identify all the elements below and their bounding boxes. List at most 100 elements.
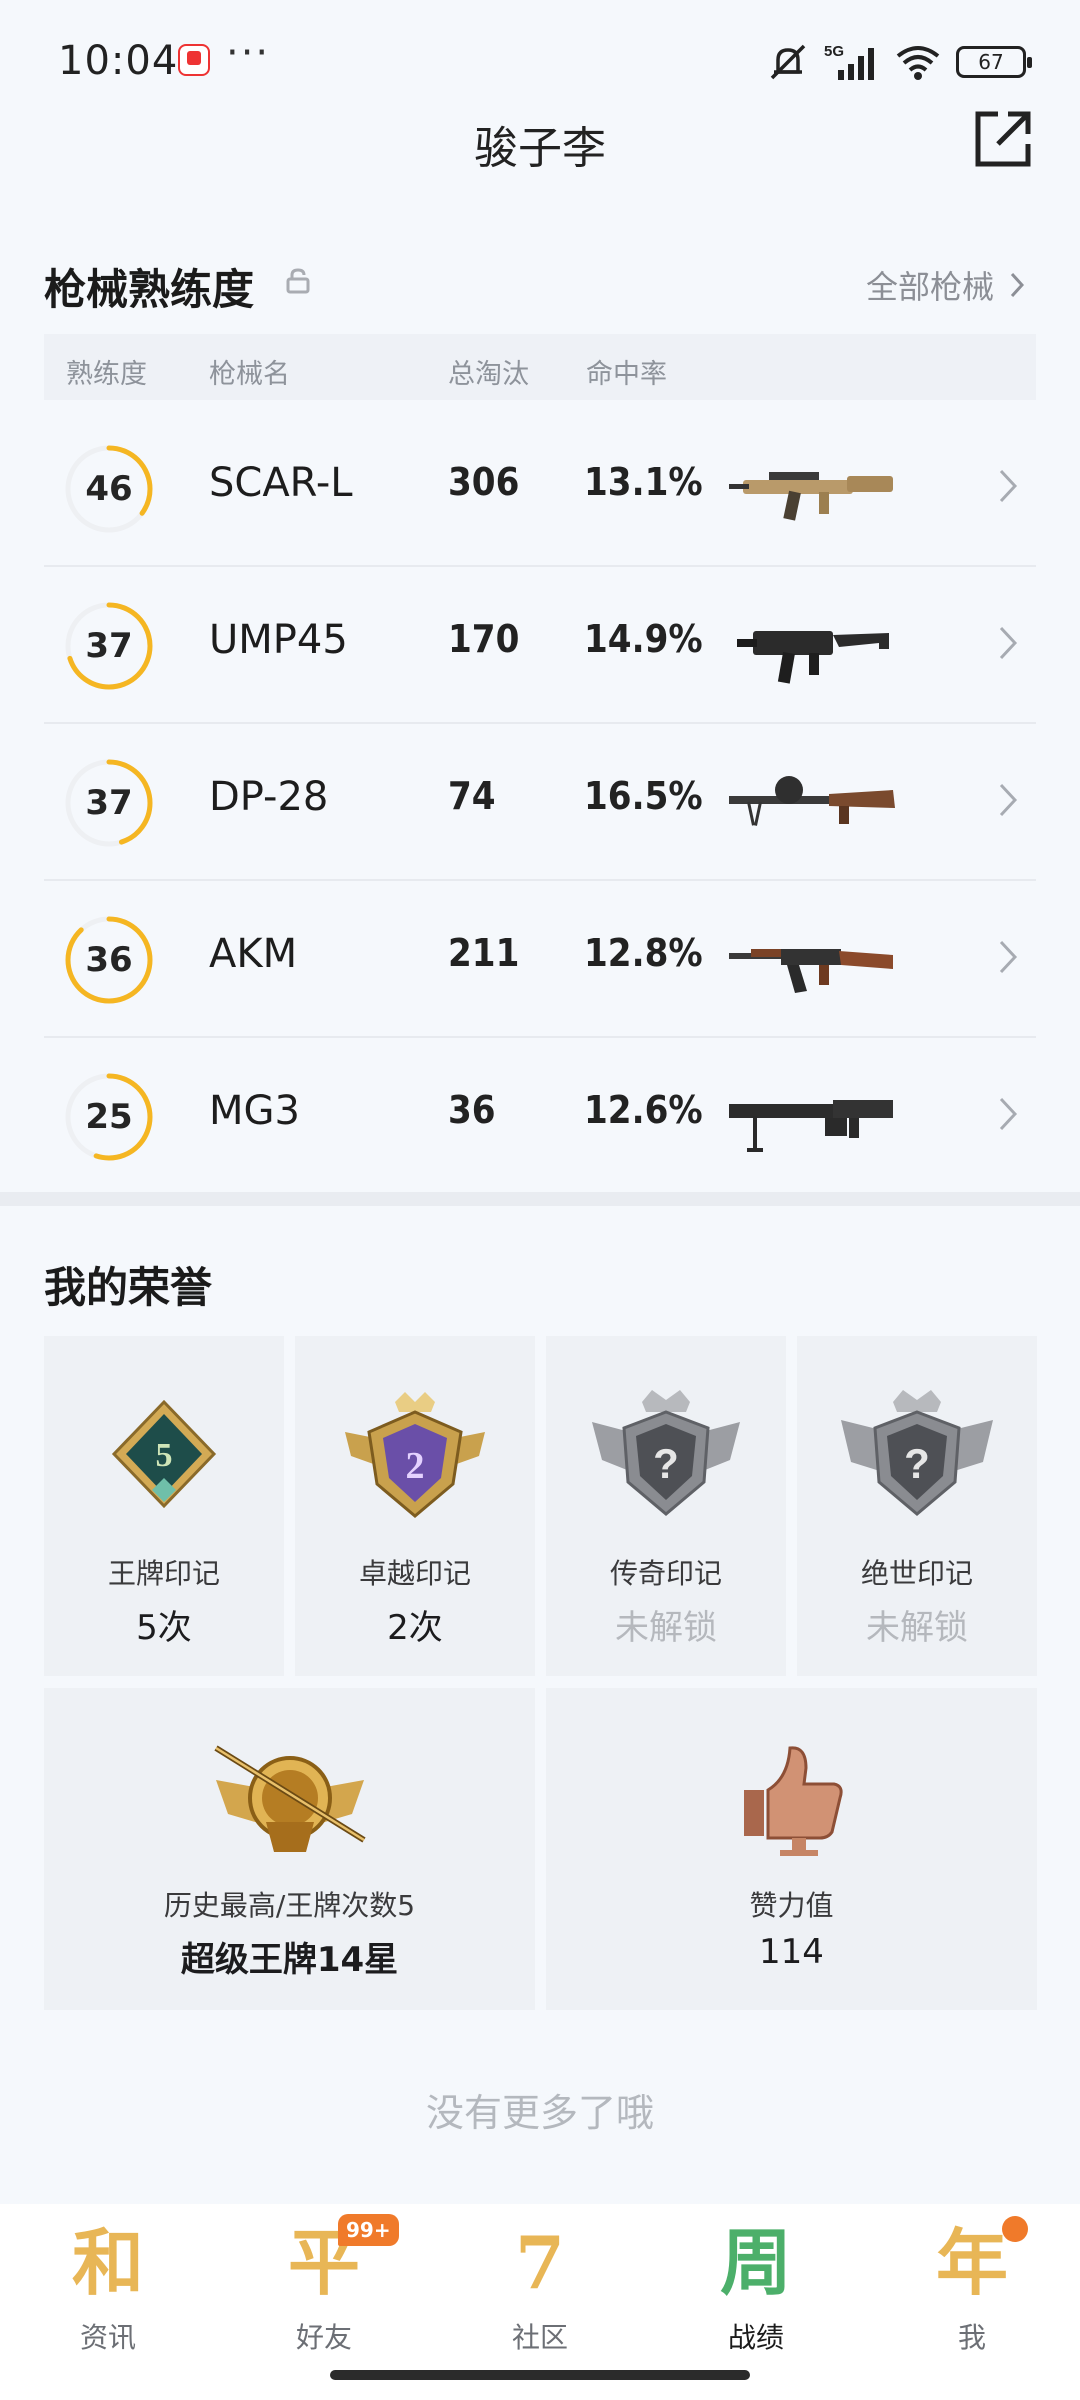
weapon-row[interactable]: 37 UMP45 170 14.9% — [44, 567, 1036, 724]
proficiency-ring: 37 — [64, 601, 154, 691]
weapon-accuracy: 14.9% — [584, 617, 703, 661]
cellular-signal-icon: 5G — [824, 42, 880, 82]
page-title: 骏子李 — [474, 123, 606, 174]
status-time: 10:04 — [58, 38, 179, 84]
wifi-icon — [894, 42, 942, 82]
super-ace-badge-icon — [214, 1745, 366, 1852]
honor-value: 5次 — [136, 1608, 192, 1648]
column-weapon-name: 枪械名 — [209, 359, 290, 390]
proficiency-ring: 25 — [64, 1072, 154, 1162]
honor-card-excellence[interactable]: 2 卓越印记 2次 — [295, 1336, 535, 1676]
chevron-right-icon — [999, 469, 1018, 503]
weapon-table-header: 熟练度 枪械名 总淘汰 命中率 — [44, 334, 1036, 400]
tab-stats[interactable]: 周 战绩 — [686, 2218, 826, 2358]
weapon-accuracy: 13.1% — [584, 460, 703, 504]
excellence-badge-icon: 2 — [345, 1392, 485, 1518]
peerless-badge-mark: ? — [904, 1440, 930, 1487]
section-divider — [0, 1192, 1080, 1206]
proficiency-level: 46 — [85, 469, 133, 509]
home-indicator[interactable] — [330, 2370, 750, 2380]
proficiency-ring: 37 — [64, 758, 154, 848]
peerless-badge-locked-icon: ? — [841, 1390, 993, 1516]
weapon-accuracy: 12.8% — [584, 931, 703, 975]
highest-rank-card[interactable]: 历史最高/王牌次数5 超级王牌14星 — [44, 1688, 535, 2010]
weapon-name: MG3 — [209, 1088, 300, 1134]
proficiency-level: 36 — [85, 940, 133, 980]
friends-count-badge: 99+ — [338, 2214, 399, 2246]
proficiency-ring: 46 — [64, 444, 154, 534]
weapon-name: DP-28 — [209, 774, 329, 820]
stats-tab-icon: 周 — [719, 2220, 792, 2305]
column-total-kills: 总淘汰 — [448, 359, 529, 390]
ace-badge-number: 5 — [156, 1437, 173, 1474]
honor-label: 绝世印记 — [860, 1557, 973, 1590]
likes-label: 赞力值 — [749, 1889, 834, 1922]
weapon-name: SCAR-L — [209, 460, 353, 506]
tab-friends[interactable]: 平 99+ 好友 — [254, 2214, 399, 2358]
tab-community[interactable]: 7 社区 — [470, 2218, 610, 2358]
community-tab-icon: 7 — [514, 2220, 566, 2305]
honor-card-ace[interactable]: 5 王牌印记 5次 — [44, 1336, 284, 1676]
weapon-kills: 211 — [448, 931, 520, 975]
notification-dot — [1002, 2216, 1028, 2242]
network-type: 5G — [824, 43, 844, 60]
weapon-name: AKM — [209, 931, 298, 977]
honor-card-legend[interactable]: ? 传奇印记 未解锁 — [546, 1336, 786, 1676]
honor-value-locked: 未解锁 — [866, 1608, 968, 1648]
weapon-accuracy: 16.5% — [584, 774, 703, 818]
mg3-lmg-icon — [729, 1100, 893, 1152]
honor-label: 卓越印记 — [358, 1557, 471, 1590]
all-weapons-link[interactable]: 全部枪械 — [866, 262, 1024, 308]
status-bar: 10:04 ··· 5G 67 — [0, 0, 1080, 120]
likes-card[interactable]: 赞力值 114 — [546, 1688, 1037, 2010]
honor-card-peerless[interactable]: ? 绝世印记 未解锁 — [797, 1336, 1037, 1676]
news-tab-icon: 和 — [71, 2220, 144, 2305]
ump45-smg-icon — [737, 631, 889, 684]
dp28-lmg-icon — [729, 776, 895, 826]
weapon-kills: 306 — [448, 460, 520, 504]
likes-value: 114 — [759, 1932, 824, 1972]
app-notification-icon — [178, 44, 210, 76]
chevron-right-icon — [999, 940, 1018, 974]
column-proficiency: 熟练度 — [66, 359, 147, 390]
tab-label: 资讯 — [79, 2321, 136, 2354]
thumbs-up-icon — [744, 1746, 843, 1856]
weapon-row[interactable]: 25 MG3 36 12.6% — [44, 1038, 1036, 1195]
chevron-right-icon — [1010, 272, 1024, 298]
tab-label-active: 战绩 — [727, 2321, 784, 2354]
proficiency-level: 37 — [85, 626, 133, 666]
more-notifications-icon: ··· — [226, 30, 271, 76]
proficiency-ring: 36 — [64, 915, 154, 1005]
external-link-icon — [975, 111, 1031, 167]
screen: 10:04 ··· 5G 67 骏子李 枪械熟练度 全部枪械 熟练度 枪械名 总… — [0, 0, 1080, 2400]
share-button[interactable] — [972, 108, 1034, 170]
honor-label: 传奇印记 — [609, 1557, 722, 1590]
ace-badge-icon: 5 — [111, 1399, 217, 1509]
weapon-kills: 74 — [448, 774, 496, 818]
tab-label: 社区 — [511, 2321, 568, 2354]
weapon-row[interactable]: 37 DP-28 74 16.5% — [44, 724, 1036, 881]
chevron-right-icon — [999, 783, 1018, 817]
highest-rank-value: 超级王牌14星 — [180, 1940, 399, 1980]
lock-icon[interactable] — [286, 268, 310, 294]
battery-icon: 67 — [956, 46, 1032, 78]
all-weapons-label: 全部枪械 — [865, 268, 994, 306]
akm-rifle-icon — [729, 949, 893, 993]
weapon-row[interactable]: 46 SCAR-L 306 13.1% — [44, 410, 1036, 567]
tab-label: 好友 — [295, 2321, 352, 2354]
excellence-badge-number: 2 — [406, 1445, 425, 1487]
chevron-right-icon — [999, 1097, 1018, 1131]
chevron-right-icon — [999, 626, 1018, 660]
tab-news[interactable]: 和 资讯 — [38, 2218, 178, 2358]
honors-section-title: 我的荣誉 — [44, 1263, 213, 1312]
proficiency-level: 37 — [85, 783, 133, 823]
tab-me[interactable]: 年 我 — [902, 2216, 1042, 2358]
weapon-accuracy: 12.6% — [584, 1088, 703, 1132]
tab-label: 我 — [957, 2321, 986, 2354]
weapon-kills: 36 — [448, 1088, 496, 1132]
mute-icon — [766, 42, 810, 82]
weapon-row[interactable]: 36 AKM 211 12.8% — [44, 881, 1036, 1038]
column-accuracy: 命中率 — [586, 359, 667, 390]
honor-value-locked: 未解锁 — [615, 1608, 717, 1648]
weapon-name: UMP45 — [209, 617, 348, 663]
